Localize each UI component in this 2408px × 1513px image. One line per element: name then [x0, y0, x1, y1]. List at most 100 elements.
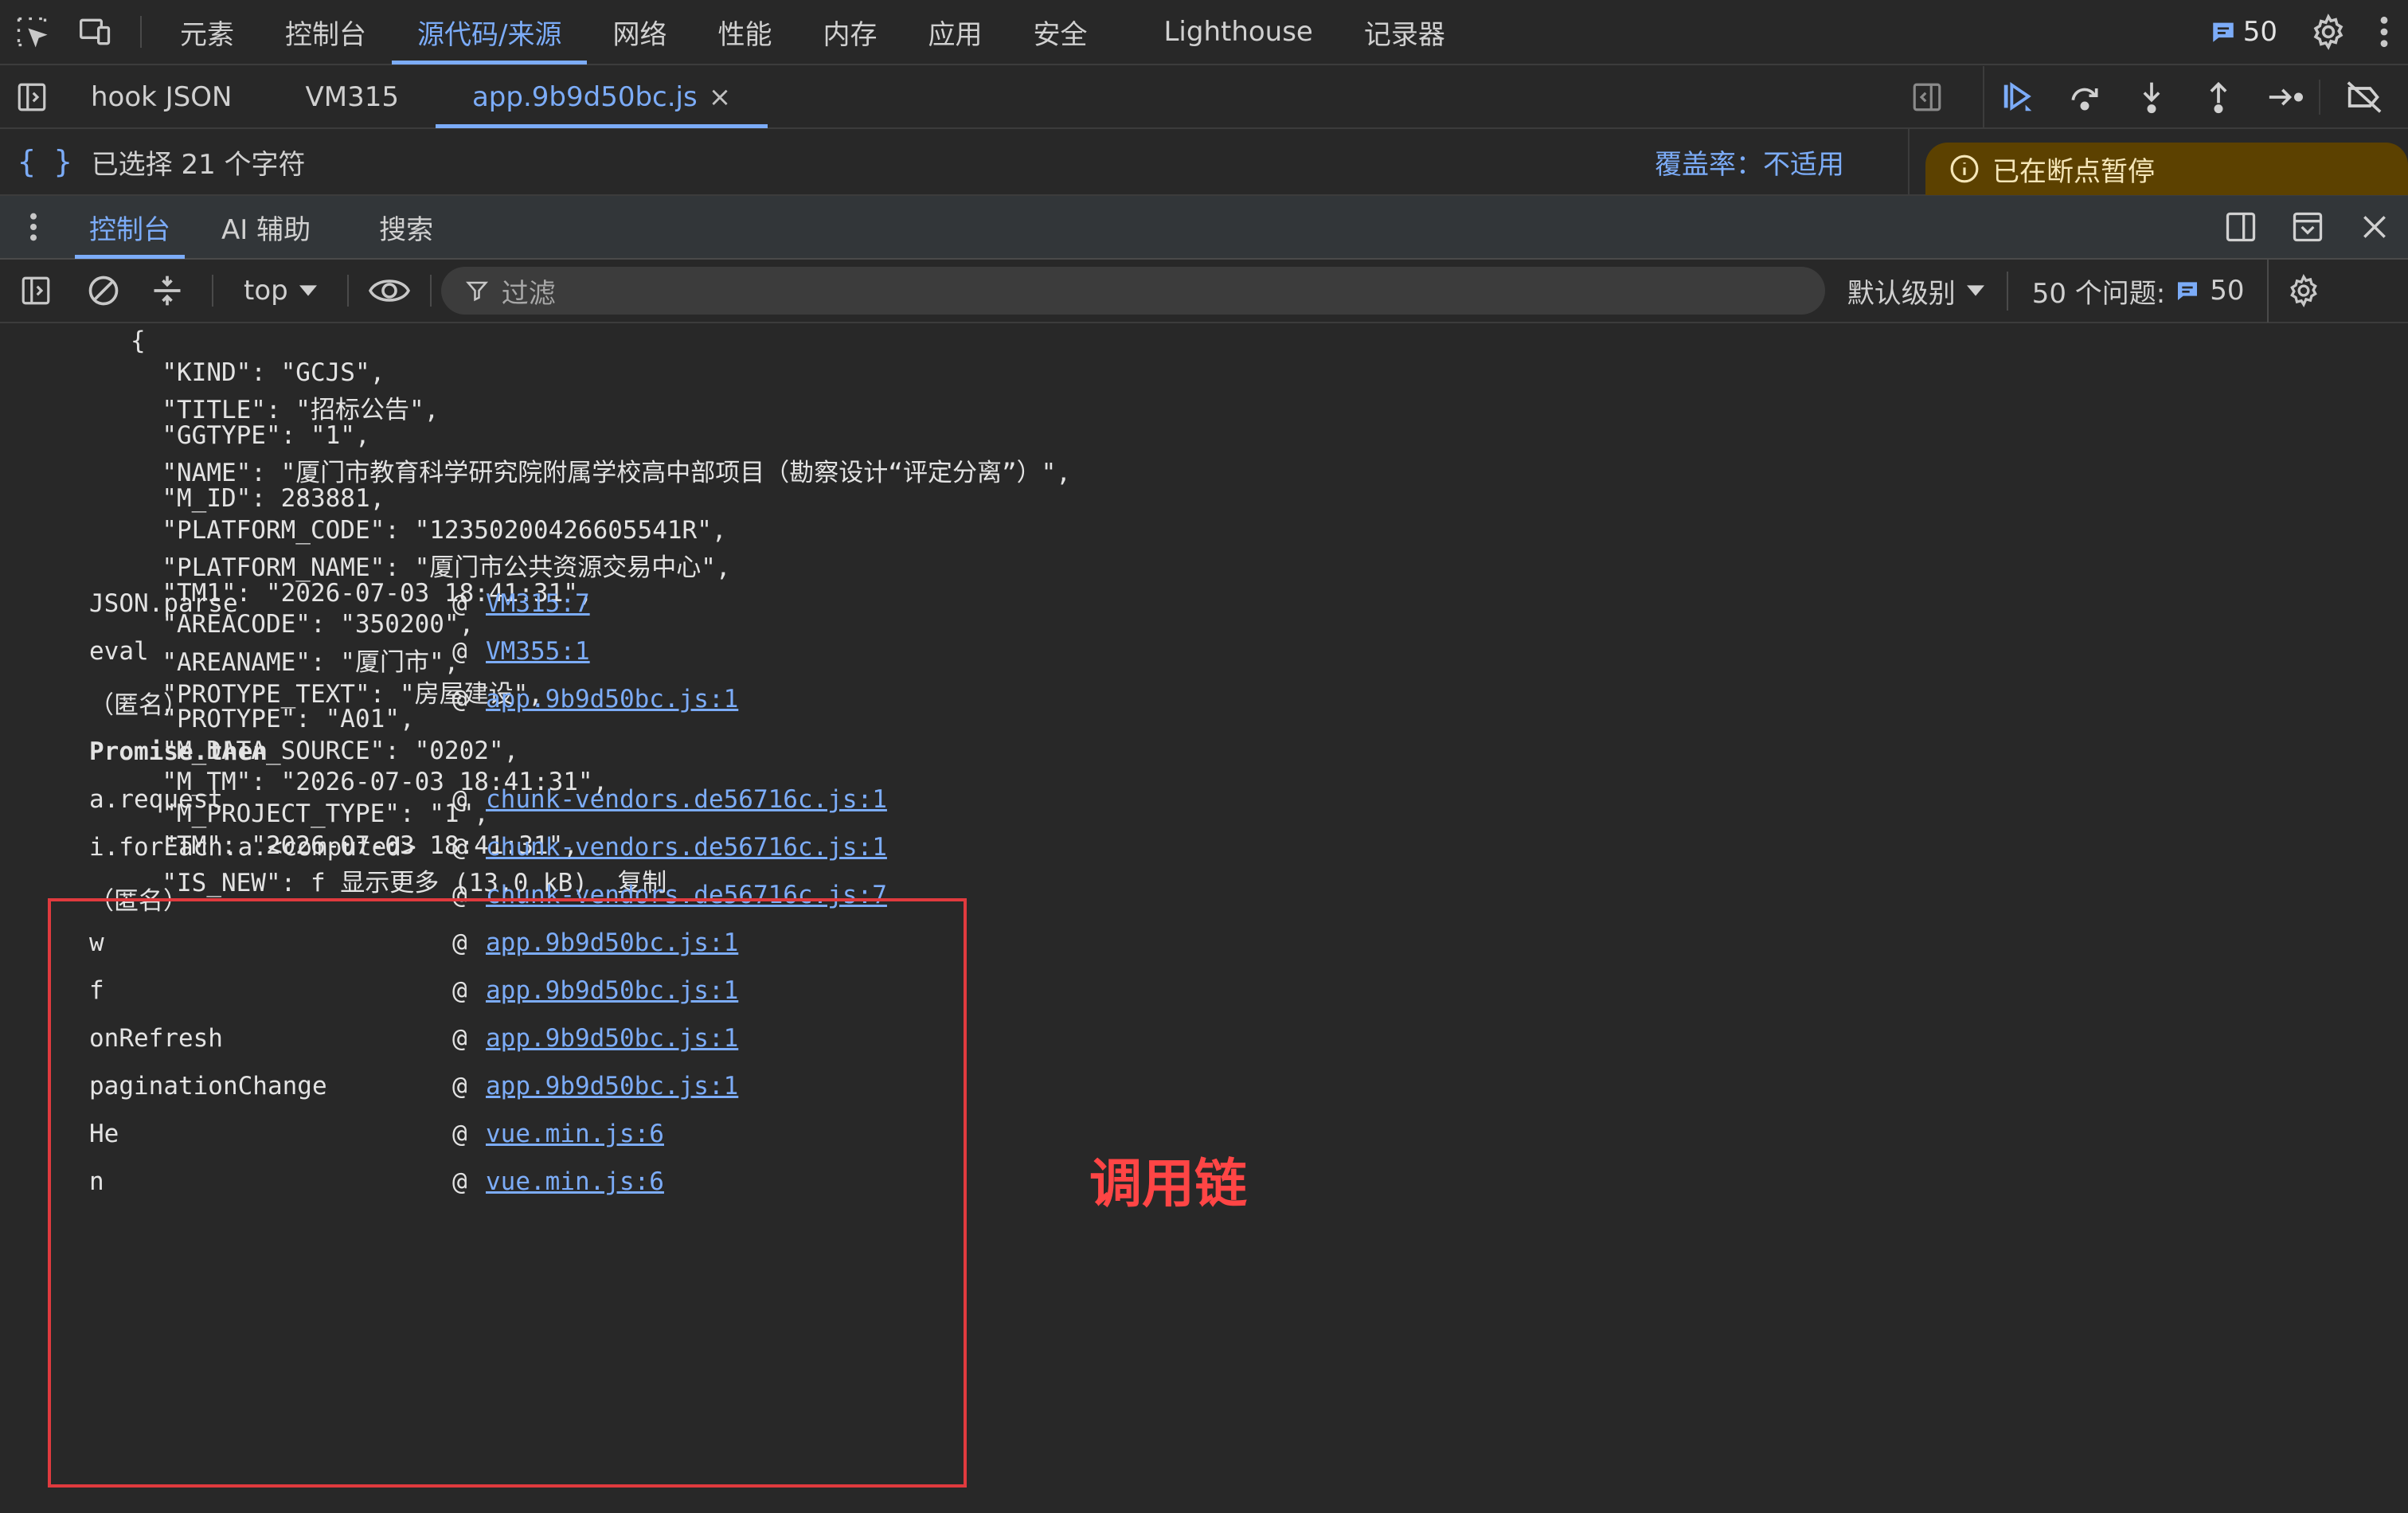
close-drawer-icon[interactable] — [2341, 195, 2408, 259]
tab-performance[interactable]: 性能 — [692, 0, 797, 65]
sources-status-bar: { } 已选择 21 个字符 覆盖率： 不适用 已在断点暂停 — [0, 128, 2408, 196]
json-line: { — [131, 326, 146, 355]
selection-status: 已选择 21 个字符 — [91, 148, 306, 181]
console-output[interactable]: { "KIND": "GCJS", "TITLE": "招标公告", "GGTY… — [0, 325, 2408, 1513]
more-options-icon[interactable] — [2360, 0, 2408, 65]
console-toolbar: top 过滤 默认级别 50 个问题: 50 — [0, 259, 2408, 323]
step-icon[interactable] — [2252, 66, 2319, 128]
tab-recorder[interactable]: 记录器 — [1339, 0, 1471, 65]
stack-function-name: JSON.parse — [89, 589, 238, 618]
caret-down-icon — [299, 285, 317, 296]
toolbar-divider — [140, 16, 142, 48]
filter-placeholder: 过滤 — [501, 277, 556, 310]
message-icon — [2212, 22, 2234, 42]
json-line: "GGTYPE": "1", — [132, 420, 370, 450]
drawer-tabs-bar: 控制台 AI 辅助 搜索 — [0, 196, 2408, 260]
file-tab-label: app.9b9d50bc.js — [471, 81, 698, 113]
json-line: "M_ID": 283881, — [132, 484, 385, 513]
pretty-print-icon[interactable]: { } — [18, 144, 72, 179]
tab-network[interactable]: 网络 — [587, 0, 692, 65]
toolbar-divider — [429, 275, 432, 307]
log-level-label: 默认级别 — [1847, 277, 1956, 310]
tab-elements[interactable]: 元素 — [154, 0, 260, 65]
drawer-tab-console[interactable]: 控制台 — [67, 195, 193, 259]
stack-at-sign: @ — [452, 833, 467, 862]
issues-badge[interactable]: 50 — [2191, 16, 2297, 48]
stack-at-sign: @ — [452, 685, 467, 713]
collapse-groups-icon[interactable] — [135, 259, 199, 323]
sources-file-tabs-bar: hook JSON VM315 app.9b9d50bc.js × — [0, 66, 2408, 129]
stack-function-name: i.forEach.a.<computed> — [89, 833, 416, 862]
toggle-debugger-sidebar-icon[interactable] — [1894, 66, 1960, 128]
stack-source-link[interactable]: VM355:1 — [486, 637, 590, 666]
toggle-navigator-icon[interactable] — [0, 66, 64, 128]
coverage-value: 不适用 — [1763, 148, 1844, 181]
close-tab-icon[interactable]: × — [709, 81, 732, 113]
tab-application[interactable]: 应用 — [902, 0, 1007, 65]
stack-frame-row: i.forEach.a.<computed> @ chunk-vendors.de5… — [89, 833, 887, 862]
file-tab-vm315[interactable]: VM315 — [268, 66, 436, 128]
message-icon — [2178, 282, 2198, 300]
tab-sources[interactable]: 源代码/来源 — [392, 0, 588, 65]
paused-text: 已在断点暂停 — [1992, 155, 2155, 188]
minimize-drawer-icon[interactable] — [2274, 195, 2341, 259]
console-settings-icon[interactable] — [2266, 259, 2339, 323]
stack-source-link[interactable]: VM315:7 — [486, 589, 590, 618]
step-into-icon[interactable] — [2118, 66, 2185, 128]
issues-count: 50 — [2242, 16, 2277, 48]
step-out-icon[interactable] — [2185, 66, 2252, 128]
live-expression-eye-icon[interactable] — [362, 259, 417, 323]
tab-memory[interactable]: 内存 — [797, 0, 902, 65]
coverage-indicator[interactable]: 覆盖率： 不适用 — [1655, 128, 1908, 195]
callchain-highlight-box — [48, 898, 967, 1488]
file-tab-app-js[interactable]: app.9b9d50bc.js × — [435, 66, 768, 128]
coverage-label: 覆盖率： — [1655, 148, 1763, 181]
clear-console-icon[interactable] — [72, 259, 135, 323]
deactivate-breakpoints-icon[interactable] — [2320, 66, 2408, 128]
filter-icon — [465, 281, 488, 302]
stack-at-sign: @ — [452, 637, 467, 666]
stack-source-link[interactable]: app.9b9d50bc.js:1 — [486, 685, 738, 721]
device-toolbar-icon[interactable] — [64, 0, 127, 65]
stack-frame-row: a.request @ chunk-vendors.de56716c.js:1 — [89, 785, 887, 814]
dock-side-icon[interactable] — [2207, 195, 2274, 259]
issues-indicator[interactable]: 50 个问题: 50 — [2006, 271, 2267, 311]
stack-frame-row: （匿名） @ app.9b9d50bc.js:1 — [89, 685, 738, 721]
file-tab-hook-json[interactable]: hook JSON — [64, 66, 268, 128]
stack-function-name: a.request — [89, 785, 223, 814]
resume-execution-icon[interactable] — [1984, 66, 2051, 128]
toolbar-divider — [212, 275, 213, 307]
json-line: "PLATFORM_NAME": "厦门市公共资源交易中心", — [132, 553, 731, 583]
json-line: "NAME": "厦门市教育科学研究院附属学校高中部项目（勘察设计“评定分离”）… — [132, 459, 1071, 488]
tab-security[interactable]: 安全 — [1007, 0, 1112, 65]
inspect-element-icon[interactable] — [0, 0, 64, 65]
devtools-main-toolbar: 元素 控制台 源代码/来源 网络 性能 内存 应用 安全 Lighthouse … — [0, 0, 2408, 65]
context-label: top — [244, 275, 288, 307]
caret-down-icon — [1966, 285, 1984, 296]
stack-function-name: （匿名） — [89, 691, 188, 720]
stack-source-link[interactable]: chunk-vendors.de56716c.js:1 — [486, 785, 887, 814]
json-line: "PLATFORM_CODE": "12350200426605541R", — [132, 515, 727, 545]
callchain-annotation: 调用链 — [1089, 1153, 1247, 1214]
filter-input[interactable]: 过滤 — [440, 267, 1825, 315]
drawer-tab-search[interactable]: 搜索 — [333, 195, 455, 259]
stack-at-sign: @ — [452, 785, 467, 814]
issues-label: 50 个问题: — [2031, 277, 2166, 310]
context-selector[interactable]: top — [226, 275, 334, 307]
issues-count: 50 — [2210, 275, 2245, 307]
stack-source-link[interactable]: chunk-vendors.de56716c.js:1 — [486, 833, 887, 862]
log-level-dropdown[interactable]: 默认级别 — [1825, 272, 2007, 311]
drawer-tab-ai-assist[interactable]: AI 辅助 — [193, 195, 333, 259]
json-line: "TITLE": "招标公告", — [132, 396, 440, 425]
stack-frame-row: eval @ VM355:1 — [89, 637, 590, 666]
tab-console[interactable]: 控制台 — [260, 0, 392, 65]
settings-gear-icon[interactable] — [2297, 0, 2360, 65]
drawer-menu-icon[interactable] — [0, 211, 67, 243]
stack-at-sign: @ — [452, 589, 467, 618]
paused-banner: 已在断点暂停 — [1925, 143, 2408, 195]
stack-function-name: Promise.then — [89, 737, 268, 766]
tab-lighthouse[interactable]: Lighthouse — [1112, 0, 1338, 65]
step-over-icon[interactable] — [2051, 66, 2118, 128]
toolbar-divider — [346, 275, 349, 307]
show-sidebar-icon[interactable] — [0, 259, 72, 323]
